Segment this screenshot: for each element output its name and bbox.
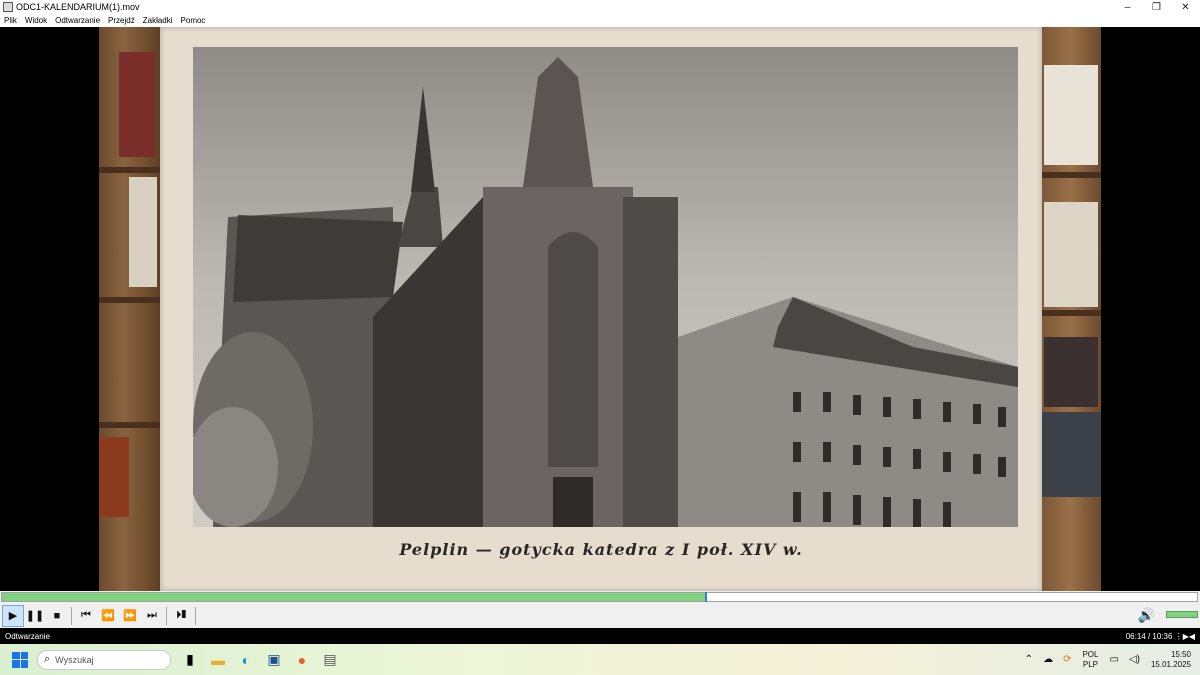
play-button[interactable]: ▶ [2,604,24,627]
book [1044,337,1098,407]
chair [1040,412,1101,497]
menu-bar: Plik Widok Odtwarzanie Przejdź Zakładki … [0,14,1200,27]
system-tray: ⌃ ☁ ⟳ POL PLP ▭ ◁) 15:50 15.01.2025 [1020,644,1200,675]
clock-time: 15:50 [1170,649,1191,659]
shelf-board [99,297,161,303]
status-bar: Odtwarzanie 06:14 / 10:36 ⋮▶◀ [0,628,1200,644]
playback-controls: ▶ ❚❚ ■ ⏮ ⏪ ⏩ ⏭ ⏵❚ 🔊 [0,603,1200,628]
minimize-button[interactable]: – [1113,0,1142,14]
language-indicator[interactable]: POL PLP [1082,650,1098,670]
rewind-button[interactable]: ⏪ [97,605,119,627]
search-placeholder: Wyszukaj [55,654,94,665]
taskbar-search[interactable]: ⌕ Wyszukaj [37,649,171,670]
volume-slider[interactable] [1166,611,1198,618]
language-line2: PLP [1082,659,1099,669]
postcard-caption: Pelplin — gotycka katedra z I poł. XIV w… [399,540,803,559]
time-readout: 06:14 / 10:36 [1125,631,1173,641]
time-display: 06:14 / 10:36 ⋮▶◀ [1126,632,1195,641]
windows-start-icon[interactable] [12,651,28,668]
clock-date: 15.01.2025 [1150,659,1191,669]
status-bars-icon: ⋮▶◀ [1174,631,1195,641]
seek-progress [2,593,705,601]
stop-button[interactable]: ■ [46,605,68,627]
book [119,52,155,157]
facade-window [548,247,598,467]
bookshelf-left [99,27,161,591]
shelf-board [1040,310,1101,316]
seek-bar[interactable] [0,591,1200,603]
cloud-icon[interactable]: ☁ [1043,654,1053,665]
book [1044,65,1098,165]
seek-track[interactable] [1,592,1198,602]
divider [195,606,196,625]
divider [166,606,167,625]
menu-item-widok[interactable]: Widok [21,16,51,25]
app-icon [3,2,13,12]
book [99,437,129,517]
clock[interactable]: 15:50 15.01.2025 [1151,650,1191,670]
frame-step-button[interactable]: ⏵❚ [170,605,192,627]
edge-icon[interactable]: ◐ [235,649,257,671]
pause-button[interactable]: ❚❚ [24,605,46,627]
firefox-icon[interactable]: ● [291,649,313,671]
close-button[interactable]: ✕ [1171,0,1200,14]
tower-right [623,197,678,527]
nave-roof [233,215,403,302]
previous-button[interactable]: ⏮ [75,605,97,627]
menu-item-pomoc[interactable]: Pomoc [177,16,210,25]
file-explorer-icon[interactable]: ▬ [207,649,229,671]
sync-icon[interactable]: ⟳ [1063,654,1071,665]
fast-forward-button[interactable]: ⏩ [119,605,141,627]
display-app-icon[interactable]: ▣ [263,649,285,671]
shelf-board [99,422,161,428]
title-bar: ODC1-KALENDARIUM(1).mov – ❐ ✕ [0,0,1200,14]
book [1044,202,1098,307]
cathedral-photo [193,47,1018,527]
menu-item-przejdz[interactable]: Przejdź [104,16,139,25]
taskbar: ⌕ Wyszukaj ▮ ▬ ◐ ▣ ● ▤ ⌃ ☁ ⟳ POL PLP ▭ ◁… [0,644,1200,675]
task-view-icon[interactable]: ▮ [179,649,201,671]
menu-item-plik[interactable]: Plik [0,16,21,25]
language-line1: POL [1082,649,1099,659]
book [129,177,157,287]
network-icon[interactable]: ▭ [1109,654,1118,665]
next-button[interactable]: ⏭ [141,605,163,627]
chevron-up-icon[interactable]: ⌃ [1025,654,1033,665]
media-player-icon[interactable]: ▤ [319,649,341,671]
shelf-board [1040,172,1101,178]
search-icon: ⌕ [44,653,51,665]
restore-button[interactable]: ❐ [1142,0,1171,14]
menu-item-odtwarzanie[interactable]: Odtwarzanie [51,16,104,25]
cathedral-illustration [193,47,1018,527]
window-title: ODC1-KALENDARIUM(1).mov [16,2,140,12]
bookshelf-right [1040,27,1101,591]
divider [71,606,72,625]
playback-status: Odtwarzanie [5,631,50,641]
shelf-board [99,167,161,173]
seek-thumb[interactable] [704,592,707,602]
video-frame[interactable]: Pelplin — gotycka katedra z I poł. XIV w… [0,27,1200,591]
portal [553,477,593,527]
volume-icon[interactable]: 🔊 [1138,607,1155,624]
menu-item-zakladki[interactable]: Zakładki [139,16,177,25]
speaker-icon[interactable]: ◁) [1129,654,1140,665]
